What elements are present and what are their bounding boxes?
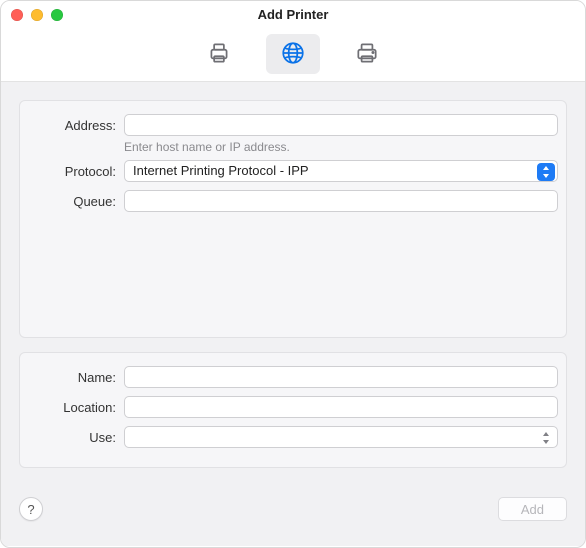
address-input[interactable]: [124, 114, 558, 136]
titlebar: Add Printer: [1, 1, 585, 29]
protocol-select[interactable]: Internet Printing Protocol - IPP: [124, 160, 558, 182]
printer-alt-icon: [354, 40, 380, 69]
window-zoom-button[interactable]: [51, 9, 63, 21]
protocol-label: Protocol:: [28, 164, 124, 179]
location-input[interactable]: [124, 396, 558, 418]
location-label: Location:: [28, 400, 124, 415]
address-hint: Enter host name or IP address.: [124, 140, 558, 154]
footer: ? Add: [19, 490, 567, 528]
name-input[interactable]: [124, 366, 558, 388]
connection-panel: Address: Enter host name or IP address. …: [19, 100, 567, 338]
use-select[interactable]: [124, 426, 558, 448]
globe-icon: [280, 40, 306, 69]
help-button[interactable]: ?: [19, 497, 43, 521]
add-printer-window: Add Printer: [0, 0, 586, 548]
toolbar: [1, 27, 585, 82]
queue-input[interactable]: [124, 190, 558, 212]
use-label: Use:: [28, 430, 124, 445]
window-minimize-button[interactable]: [31, 9, 43, 21]
window-close-button[interactable]: [11, 9, 23, 21]
default-printer-tab[interactable]: [192, 34, 246, 74]
updown-icon: [537, 429, 555, 447]
name-label: Name:: [28, 370, 124, 385]
address-label: Address:: [28, 118, 124, 133]
queue-label: Queue:: [28, 194, 124, 209]
printer-icon: [206, 40, 232, 69]
updown-icon: [537, 163, 555, 181]
window-title: Add Printer: [1, 1, 585, 29]
protocol-value: Internet Printing Protocol - IPP: [133, 163, 309, 178]
ip-printer-tab[interactable]: [266, 34, 320, 74]
body: Address: Enter host name or IP address. …: [1, 82, 585, 546]
add-button[interactable]: Add: [498, 497, 567, 521]
windows-printer-tab[interactable]: [340, 34, 394, 74]
details-panel: Name: Location: Use:: [19, 352, 567, 468]
